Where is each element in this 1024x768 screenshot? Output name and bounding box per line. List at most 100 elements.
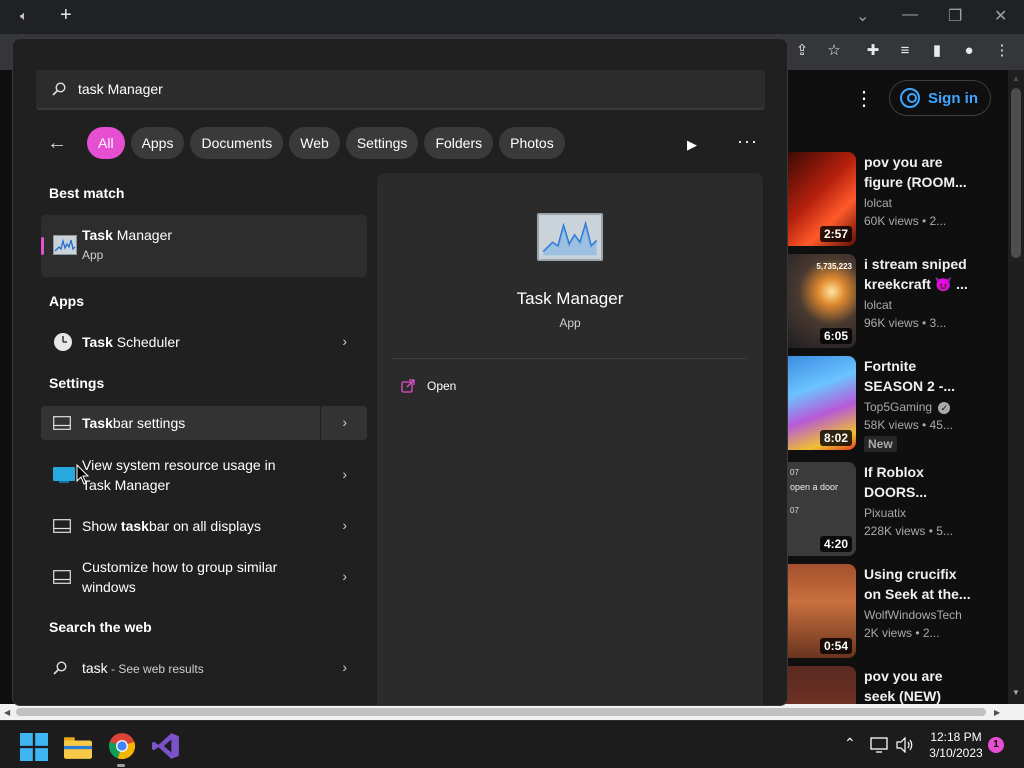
video-thumbnail[interactable] [786,666,856,706]
setting-result-show-taskbar[interactable]: Show taskbar on all displays › [41,509,367,543]
share-icon[interactable]: ⇪ [793,42,811,60]
youtube-page: ⋮ Sign in 2:57 pov you are figure (ROOM.… [786,70,1008,706]
video-thumbnail[interactable]: 0:54 [786,564,856,658]
chevron-right-icon[interactable]: › [342,414,347,430]
search-icon [53,661,67,675]
setting-result-taskbar-settings[interactable]: Taskbar settings › [41,406,367,440]
open-action-label: Open [427,379,457,393]
video-thumbnail[interactable]: 07 open a door 07 4:20 [786,462,856,556]
filter-apps[interactable]: Apps [130,127,185,159]
media-control-icon[interactable]: ≡ [896,42,914,60]
taskbar-icon [53,519,71,533]
filter-web[interactable]: Web [289,127,340,159]
scroll-down-arrow-icon[interactable]: ▼ [1012,688,1020,697]
best-match-subtitle: App [82,248,104,262]
video-item[interactable]: 07 open a door 07 4:20 If Roblox DOORS..… [786,462,1008,562]
mouse-cursor-icon [76,464,90,485]
page-vertical-scrollbar[interactable]: ▲ ▼ [1008,70,1024,706]
video-title[interactable]: Using crucifix on Seek at the... [864,564,974,604]
preview-divider [393,358,747,359]
notification-badge[interactable]: 1 [988,737,1004,753]
browser-menu-icon[interactable]: ⋮ [993,42,1011,60]
setting-result-group-windows[interactable]: Customize how to group similar windows › [41,553,367,601]
filter-documents[interactable]: Documents [190,127,284,159]
video-title[interactable]: Fortnite SEASON 2 -... [864,356,974,396]
side-panel-icon[interactable]: ▮ [928,42,946,60]
preview-subtitle: App [559,316,581,330]
back-arrow-icon[interactable]: ← [47,132,77,155]
video-item[interactable]: 2:57 pov you are figure (ROOM... lolcat … [786,152,1008,252]
video-channel[interactable]: Pixuatix [864,506,906,520]
video-item[interactable]: 8:02 Fortnite SEASON 2 -... Top5Gaming ✓… [786,356,1008,456]
monitor-icon [53,467,75,483]
video-thumbnail[interactable]: 8:02 [786,356,856,450]
filter-settings[interactable]: Settings [345,127,419,159]
video-title[interactable]: pov you are figure (ROOM... [864,152,974,192]
chevron-right-icon[interactable]: › [342,333,347,349]
app-result-task-scheduler[interactable]: Task Scheduler › [41,325,367,359]
scroll-up-arrow-icon[interactable]: ▲ [1012,74,1020,83]
new-tab-button[interactable]: + [60,4,72,27]
scroll-left-arrow-icon[interactable]: ◀ [4,708,10,717]
filter-all[interactable]: All [87,127,125,159]
system-clock[interactable]: 12:18 PM 3/10/2023 [918,729,994,761]
bookmark-star-icon[interactable]: ☆ [825,42,843,60]
more-filters-play-icon[interactable]: ▶ [687,137,697,153]
youtube-menu-icon[interactable]: ⋮ [854,86,874,111]
video-channel[interactable]: lolcat [864,298,892,312]
sign-in-button[interactable]: Sign in [889,80,991,116]
video-item[interactable]: 0:54 Using crucifix on Seek at the... Wo… [786,564,1008,664]
scroll-right-arrow-icon[interactable]: ▶ [994,708,1000,717]
search-web-heading: Search the web [49,619,152,635]
windows-start-icon[interactable] [20,733,48,761]
search-input[interactable] [78,81,678,97]
video-title[interactable]: pov you are seek (NEW) [864,666,974,706]
video-channel[interactable]: Top5Gaming ✓ [864,400,951,414]
horizontal-scroll-thumb[interactable] [16,708,986,716]
sign-in-label: Sign in [928,89,978,107]
profile-icon[interactable]: ● [960,42,978,60]
video-thumbnail[interactable]: 2:57 [786,152,856,246]
video-channel[interactable]: WolfWindowsTech [864,608,962,622]
new-badge: New [864,436,897,452]
page-horizontal-scrollbar[interactable]: ◀ ▶ [0,704,1024,720]
tab-search-icon[interactable]: ⌄ [856,6,869,26]
setting-result-label: Customize how to group similar windows [82,559,278,595]
best-match-task-manager[interactable]: Task Manager App [41,215,367,277]
thumbnail-text: 07 [790,468,799,477]
search-box[interactable] [36,70,765,110]
speaker-icon[interactable]: 🔈︎ [20,8,28,24]
video-title[interactable]: i stream sniped kreekcraft 😈 ... [864,254,974,294]
vertical-scroll-thumb[interactable] [1011,88,1021,258]
video-title[interactable]: If Roblox DOORS... [864,462,974,502]
network-icon[interactable] [870,737,888,753]
filter-folders[interactable]: Folders [424,127,494,159]
video-channel[interactable]: lolcat [864,196,892,210]
video-item[interactable]: 5,735,223 6:05 i stream sniped kreekcraf… [786,254,1008,354]
search-icon [52,82,66,96]
video-meta: 96K views • 3... [864,316,947,330]
web-search-result[interactable]: task - See web results › [41,651,367,685]
chevron-right-icon[interactable]: › [342,466,347,482]
file-explorer-icon[interactable] [64,733,92,761]
chevron-right-icon[interactable]: › [342,568,347,584]
video-item[interactable]: pov you are seek (NEW) [786,666,1008,706]
verified-icon: ✓ [938,402,951,414]
filter-photos[interactable]: Photos [499,127,565,159]
restore-button[interactable]: ❐ [948,6,962,26]
show-hidden-icons-chevron-icon[interactable]: ⌃ [844,735,856,752]
minimize-button[interactable]: — [902,6,918,24]
video-duration: 2:57 [819,226,852,242]
volume-icon[interactable] [896,737,914,753]
more-options-icon[interactable]: ··· [737,131,758,152]
video-thumbnail[interactable]: 5,735,223 6:05 [786,254,856,348]
chevron-right-icon[interactable]: › [342,659,347,675]
chevron-right-icon[interactable]: › [342,517,347,533]
chrome-icon[interactable] [108,732,136,760]
app-result-label: Task Scheduler [82,334,180,350]
open-action-button[interactable]: Open [401,379,456,393]
close-button[interactable]: ✕ [994,6,1007,26]
video-meta: 60K views • 2... [864,214,947,228]
visual-studio-icon[interactable] [152,732,180,760]
extensions-icon[interactable]: ✚ [864,42,882,60]
